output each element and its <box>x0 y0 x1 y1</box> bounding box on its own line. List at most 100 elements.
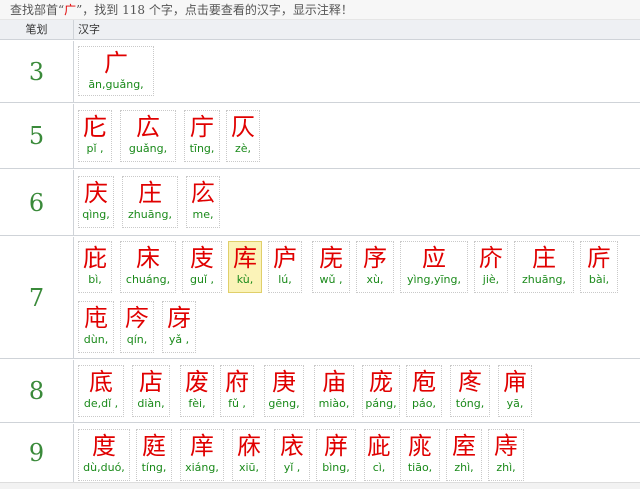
char-cell[interactable]: 庅 me, <box>186 176 220 228</box>
char-cell[interactable]: 庎 jiè, <box>474 241 508 293</box>
char-pinyin: tóng, <box>455 397 485 410</box>
char-cell-selected[interactable]: 库 kù, <box>228 241 262 293</box>
bottom-status-strip <box>0 482 640 489</box>
char-cell[interactable]: 庰 bìng, <box>316 429 356 481</box>
char-glyph: 庛 <box>367 432 391 460</box>
char-pinyin: tíng, <box>141 461 167 474</box>
char-cell[interactable]: 庠 xiáng, <box>180 429 224 481</box>
char-cell[interactable]: 仄 zè, <box>226 110 260 162</box>
char-pinyin: wǔ , <box>319 273 343 286</box>
char-pinyin: dù,duó, <box>83 461 125 474</box>
header-stroke-count: 笔划 <box>0 20 74 39</box>
char-cell[interactable]: 庖 páo, <box>406 365 442 417</box>
char-cell[interactable]: 庞 páng, <box>362 365 400 417</box>
char-glyph: 庢 <box>452 432 476 460</box>
char-cell[interactable]: 庄 zhuāng, <box>122 176 178 228</box>
char-cell[interactable]: 废 fèi, <box>180 365 214 417</box>
stroke-count: 3 <box>0 41 74 102</box>
char-pinyin: tīng, <box>189 142 215 155</box>
char-cell[interactable]: 庥 xiū, <box>232 429 266 481</box>
char-glyph: 府 <box>225 368 249 396</box>
char-cell[interactable]: 庚 gēng, <box>264 365 304 417</box>
char-pinyin: xiū, <box>238 461 260 474</box>
char-glyph: 庉 <box>84 304 108 332</box>
char-cell[interactable]: 序 xù, <box>356 241 394 293</box>
char-pinyin: gēng, <box>268 397 300 410</box>
char-cell[interactable]: 应 yìng,yīng, <box>400 241 468 293</box>
char-cell[interactable]: 庉 dùn, <box>78 301 114 353</box>
char-glyph: 底 <box>89 368 113 396</box>
char-cell[interactable]: 庣 tiāo, <box>400 429 440 481</box>
char-cell[interactable]: 广 ān,guǎng, <box>78 46 154 96</box>
char-cell[interactable]: 府 fǔ , <box>220 365 254 417</box>
summary-suffix: ”，找到 118 个字，点击要查看的汉字，显示注释！ <box>76 3 353 17</box>
char-cell[interactable]: 庝 tóng, <box>450 365 490 417</box>
header-characters: 汉字 <box>78 23 100 36</box>
char-cell[interactable]: 庡 yǐ , <box>274 429 310 481</box>
char-glyph: 庄 <box>138 179 162 207</box>
char-glyph: 库 <box>233 244 257 272</box>
stroke-row-6: 6 庆 qìng, 庄 zhuāng, 庅 me, <box>0 170 640 236</box>
char-cell[interactable]: 庄 zhuāng, <box>514 241 574 293</box>
char-pinyin: xù, <box>366 273 384 286</box>
char-pinyin: jiè, <box>482 273 500 286</box>
char-cell[interactable]: 庆 qìng, <box>78 176 114 228</box>
char-cell[interactable]: 庌 yǎ , <box>162 301 196 353</box>
char-pinyin: pǐ , <box>86 142 104 155</box>
char-pinyin: fǔ , <box>228 397 246 410</box>
char-glyph: 庀 <box>83 113 107 141</box>
char-glyph: 庙 <box>322 368 346 396</box>
char-pinyin: zè, <box>234 142 252 155</box>
char-glyph: 庌 <box>167 304 191 332</box>
char-cell[interactable]: 庀 pǐ , <box>78 110 112 162</box>
summary-prefix: 查找部首“ <box>10 3 65 17</box>
char-cell[interactable]: 庭 tíng, <box>136 429 172 481</box>
char-cell[interactable]: 庍 bài, <box>580 241 618 293</box>
char-glyph: 庎 <box>479 244 503 272</box>
stroke-row-5: 5 庀 pǐ , 広 guǎng, 庁 tīng, 仄 zè, <box>0 104 640 169</box>
char-glyph: 仄 <box>231 113 255 141</box>
char-cell[interactable]: 庤 zhì, <box>488 429 524 481</box>
char-glyph: 庋 <box>190 244 214 272</box>
char-cell[interactable]: 庘 yā, <box>498 365 532 417</box>
char-pinyin: diàn, <box>137 397 165 410</box>
stroke-count: 9 <box>0 424 74 482</box>
char-cell[interactable]: 床 chuáng, <box>120 241 176 293</box>
char-pinyin: páng, <box>365 397 397 410</box>
char-pinyin: guǎng, <box>128 142 168 155</box>
char-pinyin: yìng,yīng, <box>406 273 462 286</box>
char-cell[interactable]: 広 guǎng, <box>120 110 176 162</box>
char-pinyin: me, <box>192 208 214 221</box>
char-pinyin: bì, <box>88 273 102 286</box>
char-pinyin: qín, <box>126 333 148 346</box>
char-cell[interactable]: 庋 guǐ , <box>182 241 222 293</box>
char-cell[interactable]: 庑 wǔ , <box>312 241 350 293</box>
char-pinyin: bài, <box>588 273 610 286</box>
char-glyph: 庣 <box>408 432 432 460</box>
char-pinyin: xiáng, <box>185 461 219 474</box>
char-cell[interactable]: 庐 lú, <box>268 241 302 293</box>
char-pinyin: kù, <box>236 273 254 286</box>
char-glyph: 庭 <box>142 432 166 460</box>
char-pinyin: bìng, <box>322 461 350 474</box>
char-pinyin: chuáng, <box>125 273 171 286</box>
table-header: 笔划 汉字 <box>0 20 640 40</box>
stroke-count: 5 <box>0 104 74 168</box>
char-cell[interactable]: 庁 tīng, <box>184 110 220 162</box>
char-cell[interactable]: 底 de,dǐ , <box>78 365 124 417</box>
char-cell[interactable]: 庙 miào, <box>314 365 354 417</box>
char-pinyin: zhuāng, <box>128 208 172 221</box>
summary-radical: 广 <box>64 3 77 17</box>
char-pinyin: cì, <box>372 461 386 474</box>
stroke-row-9: 9 度 dù,duó, 庭 tíng, 庠 xiáng, 庥 xiū, 庡 yǐ , 庰b… <box>0 424 640 482</box>
char-cell[interactable]: 庇 bì, <box>78 241 112 293</box>
char-cell[interactable]: 度 dù,duó, <box>78 429 130 481</box>
char-pinyin: zhì, <box>454 461 474 474</box>
char-cell[interactable]: 店 diàn, <box>132 365 170 417</box>
char-cell[interactable]: 庈 qín, <box>120 301 154 353</box>
stroke-row-8: 8 底 de,dǐ , 店 diàn, 废 fèi, 府 fǔ , 庚 gēng, 庙 mi… <box>0 360 640 423</box>
char-glyph: 应 <box>422 244 446 272</box>
char-glyph: 庤 <box>494 432 518 460</box>
char-cell[interactable]: 庛 cì, <box>364 429 394 481</box>
char-cell[interactable]: 庢 zhì, <box>446 429 482 481</box>
